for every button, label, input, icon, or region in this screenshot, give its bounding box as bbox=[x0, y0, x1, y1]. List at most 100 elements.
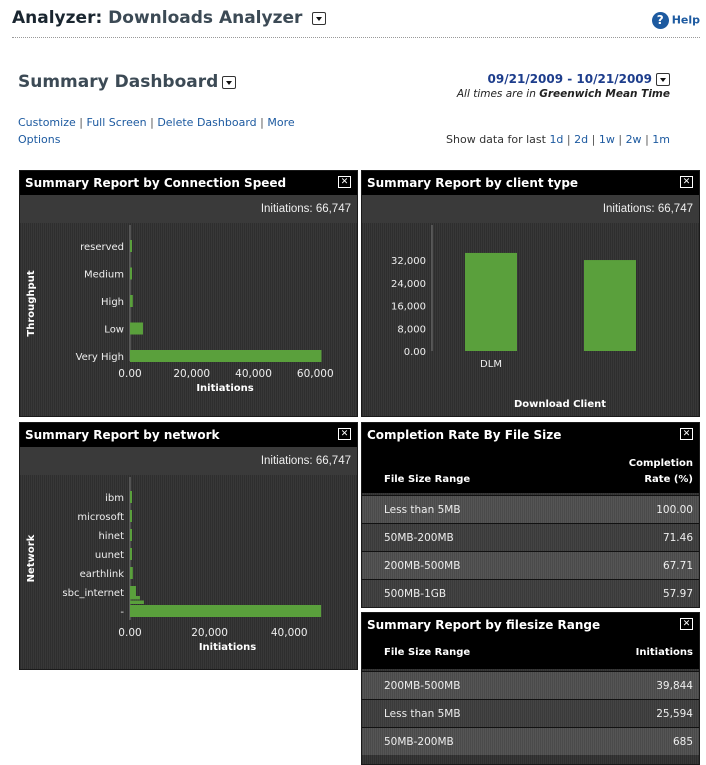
more-options-link[interactable]: More bbox=[267, 116, 294, 129]
separator: | bbox=[618, 133, 623, 146]
bar bbox=[130, 596, 140, 600]
analyzer-dropdown-icon[interactable] bbox=[312, 11, 327, 25]
analyzer-name: Downloads Analyzer bbox=[108, 8, 303, 28]
table-header: File Size Range Initiations bbox=[362, 637, 699, 669]
x-tick-label: 40,000 bbox=[235, 368, 272, 380]
close-icon[interactable]: ✕ bbox=[680, 176, 693, 188]
close-icon[interactable]: ✕ bbox=[680, 428, 693, 440]
close-icon[interactable]: ✕ bbox=[338, 176, 351, 188]
cell-range: 200MB-500MB bbox=[384, 680, 461, 692]
panel-title: Summary Report by client type bbox=[367, 176, 579, 190]
x-axis-label: Initiations bbox=[199, 642, 256, 653]
y-tick-label: hinet bbox=[98, 531, 124, 542]
y-tick-label: 24,000 bbox=[391, 279, 426, 290]
x-tick-label: 60,000 bbox=[297, 368, 334, 380]
close-icon[interactable]: ✕ bbox=[338, 428, 351, 440]
column-header-range: File Size Range bbox=[384, 647, 471, 658]
x-tick-label: 40,000 bbox=[271, 627, 308, 639]
filesize-range-panel: Summary Report by filesize Range ✕ File … bbox=[361, 612, 700, 765]
bar bbox=[130, 240, 132, 252]
time-filter: Show data for last 1d | 2d | 1w | 2w | 1… bbox=[446, 133, 670, 146]
y-tick-label: reserved bbox=[80, 242, 124, 253]
y-tick-label: Low bbox=[104, 325, 124, 336]
initiations-total: Initiations: 66,747 bbox=[602, 203, 693, 215]
bar bbox=[465, 252, 517, 351]
separator: | bbox=[566, 133, 571, 146]
y-axis-label: Throughput bbox=[26, 270, 37, 336]
bar bbox=[130, 600, 144, 604]
separator: | bbox=[79, 116, 83, 129]
help-label: Help bbox=[671, 13, 700, 27]
timezone-note: All times are in Greenwich Mean Time bbox=[457, 88, 670, 100]
dashboard-title-text: Summary Dashboard bbox=[18, 72, 219, 92]
tz-prefix: All times are in bbox=[456, 88, 536, 100]
date-dropdown-icon[interactable] bbox=[656, 73, 670, 86]
x-tick-label: 0.00 bbox=[118, 627, 141, 639]
initiations-total: Initiations: 66,747 bbox=[260, 203, 351, 215]
panel-header: Summary Report by client type ✕ bbox=[362, 171, 699, 195]
filter-2d[interactable]: 2d bbox=[574, 133, 588, 146]
table-row: 50MB-200MB 685 bbox=[362, 727, 699, 755]
time-filter-label: Show data for last bbox=[446, 133, 546, 146]
date-range[interactable]: 09/21/2009 - 10/21/2009 bbox=[488, 72, 670, 86]
table-row: 200MB-500MB 39,844 bbox=[362, 671, 699, 699]
bar bbox=[130, 609, 152, 613]
y-tick-label: 8,000 bbox=[397, 324, 426, 335]
bar bbox=[584, 260, 636, 351]
bar bbox=[130, 267, 132, 280]
column-header-rate-2: Rate (%) bbox=[644, 474, 693, 485]
help-link[interactable]: ? Help bbox=[651, 12, 700, 29]
bar bbox=[130, 491, 132, 503]
connection-speed-panel: Summary Report by Connection Speed ✕ Ini… bbox=[19, 170, 358, 417]
table-row: 50MB-200MB 71.46 bbox=[362, 523, 699, 551]
analyzer-label: Analyzer: bbox=[12, 8, 103, 28]
bar bbox=[130, 548, 132, 560]
y-tick-label: Medium bbox=[84, 270, 124, 281]
bar bbox=[130, 605, 322, 617]
y-tick-label: 32,000 bbox=[391, 256, 426, 267]
separator: | bbox=[591, 133, 596, 146]
cell-range: Less than 5MB bbox=[384, 504, 461, 516]
y-axis-label: Network bbox=[26, 534, 37, 582]
bar bbox=[130, 350, 322, 362]
cell-range: 50MB-200MB bbox=[384, 736, 454, 748]
y-tick-label: 16,000 bbox=[391, 302, 426, 313]
x-tick-label: DLM bbox=[480, 359, 502, 370]
bar bbox=[130, 605, 148, 609]
filter-1w[interactable]: 1w bbox=[599, 133, 615, 146]
dashboard-dropdown-icon[interactable] bbox=[222, 75, 237, 89]
delete-dashboard-link[interactable]: Delete Dashboard bbox=[157, 116, 256, 129]
cell-value: 685 bbox=[672, 736, 693, 748]
filter-1d[interactable]: 1d bbox=[549, 133, 563, 146]
y-tick-label: - bbox=[120, 607, 124, 618]
initiations-total: Initiations: 66,747 bbox=[260, 455, 351, 467]
full-screen-link[interactable]: Full Screen bbox=[86, 116, 146, 129]
customize-link[interactable]: Customize bbox=[18, 116, 76, 129]
x-tick-label: 0.00 bbox=[118, 368, 141, 380]
dashboard-title: Summary Dashboard bbox=[18, 72, 237, 92]
close-icon[interactable]: ✕ bbox=[680, 618, 693, 630]
app-header: Analyzer: Downloads Analyzer ? Help bbox=[0, 0, 706, 40]
connection-speed-chart: reserved Medium High Low Very High 0.00 20,000… bbox=[26, 225, 334, 394]
panel-title: Summary Report by Connection Speed bbox=[25, 176, 287, 190]
bar bbox=[130, 510, 132, 522]
client-type-chart: 0.00 8,000 16,000 24,000 32,000 DLM Download C… bbox=[391, 225, 636, 410]
filter-1m[interactable]: 1m bbox=[652, 133, 670, 146]
separator: | bbox=[645, 133, 649, 146]
more-options-link-2[interactable]: Options bbox=[18, 133, 60, 146]
panel-header: Summary Report by Connection Speed ✕ bbox=[20, 171, 357, 195]
date-range-text[interactable]: 09/21/2009 - 10/21/2009 bbox=[488, 72, 652, 86]
help-icon: ? bbox=[651, 12, 669, 29]
column-header-rate-1: Completion bbox=[628, 458, 693, 469]
y-tick-label: earthlink bbox=[80, 569, 125, 580]
x-axis-label: Initiations bbox=[196, 383, 253, 394]
panel-header: Summary Report by network ✕ bbox=[20, 423, 357, 447]
filter-2w[interactable]: 2w bbox=[626, 133, 642, 146]
table-row: 500MB-1GB 57.97 bbox=[362, 579, 699, 607]
cell-value: 100.00 bbox=[656, 504, 693, 516]
x-axis-label: Download Client bbox=[514, 399, 606, 410]
y-tick-label: uunet bbox=[95, 550, 124, 561]
client-type-panel: Summary Report by client type ✕ Initiati… bbox=[361, 170, 700, 417]
table-row: 200MB-500MB 67.71 bbox=[362, 551, 699, 579]
tz-name: Greenwich Mean Time bbox=[539, 88, 670, 100]
